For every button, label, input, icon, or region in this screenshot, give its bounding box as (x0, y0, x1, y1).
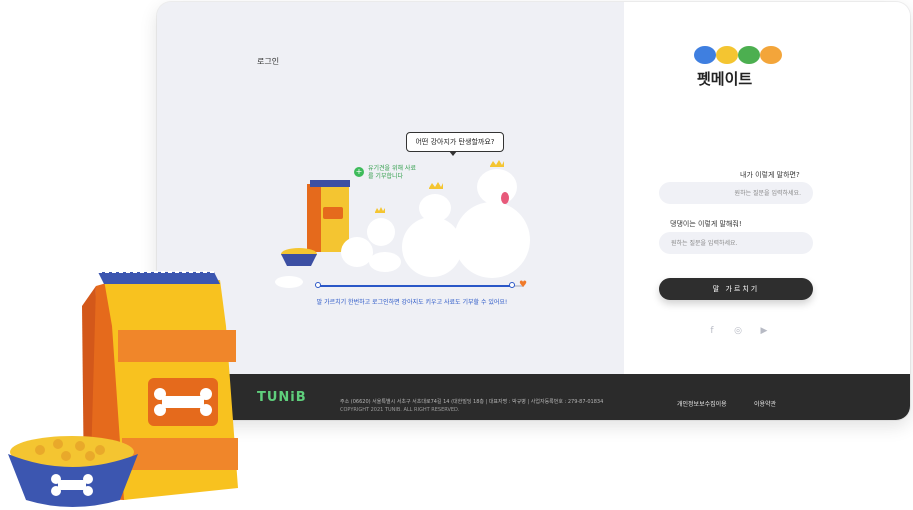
progress-bar (315, 282, 524, 288)
answer-label: 댕댕이는 이렇게 말해줘! (670, 220, 742, 228)
progress-start-dot (315, 282, 321, 288)
teach-button[interactable]: 말 가르치기 (659, 278, 813, 300)
donate-note: + 유기견을 위해 사료를 기부합니다 (354, 165, 416, 181)
progress-end-dot (508, 282, 515, 288)
instagram-icon[interactable]: ◎ (733, 326, 743, 336)
brand-name: 펫메이트 (697, 70, 753, 88)
browser-frame: 로그인 어떤 강아지가 탄생할까요? + 유기견을 위해 사료를 기부합니다 ♥… (157, 2, 910, 420)
logo-badge (760, 46, 782, 64)
plus-icon: + (354, 167, 364, 177)
brand-logo (694, 46, 782, 64)
dog-food-bag-illustration (8, 271, 238, 507)
login-link[interactable]: 로그인 (257, 56, 279, 67)
speech-bubble: 어떤 강아지가 탄생할까요? (406, 132, 504, 156)
progress-fill (317, 285, 512, 287)
footer: TUNiB 주소 (06620) 서울특별시 서초구 서초대로74길 14 (대… (157, 374, 910, 420)
donate-text: 유기견을 위해 사료를 기부합니다 (368, 165, 416, 180)
footer-logo: TUNiB (257, 390, 307, 405)
social-links: f ◎ ▶ (707, 326, 769, 336)
question-label: 내가 이렇게 말하면? (740, 171, 800, 179)
terms-link[interactable]: 이용약관 (754, 399, 776, 408)
logo-badge (738, 46, 760, 64)
logo-badge (716, 46, 738, 64)
heart-icon: ♥ (519, 280, 528, 290)
question-input[interactable] (659, 182, 813, 204)
privacy-link[interactable]: 개인정보보수집이용 (677, 399, 727, 408)
progress-caption: 말 가르치기 한번하고 로그인하면 강아지도 키우고 사료도 기부할 수 있어요… (316, 299, 508, 306)
logo-badge (694, 46, 716, 64)
footer-copyright: COPYRIGHT 2021 TUNIB. ALL RIGHT RESERVED… (340, 407, 460, 413)
answer-input[interactable] (659, 232, 813, 254)
youtube-icon[interactable]: ▶ (759, 326, 769, 336)
facebook-icon[interactable]: f (707, 326, 717, 336)
footer-address: 주소 (06620) 서울특별시 서초구 서초대로74길 14 (대한빌딩 18… (340, 399, 604, 405)
